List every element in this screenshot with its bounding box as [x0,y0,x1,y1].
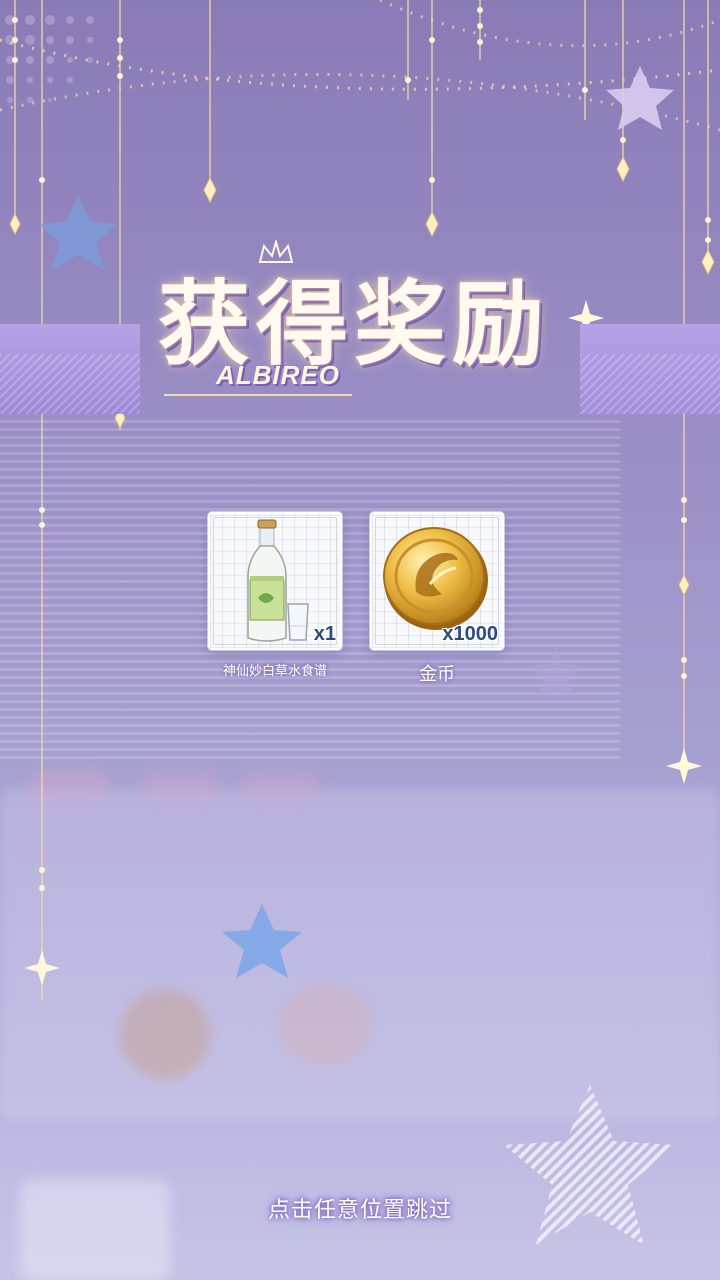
title-subtitle: ALBIREO [216,360,340,390]
hanging-lights [0,0,720,1245]
background-decor [0,0,720,1280]
reward-count: x1000 [442,623,498,645]
star-icon [222,904,302,978]
banner-right [580,324,720,414]
reward-frame[interactable]: x1000 [370,512,504,650]
reward-name: 金币 [419,664,455,685]
star-icon [528,646,584,699]
reward-count: x1 [313,623,336,645]
star-icon [38,196,118,270]
crown-icon [258,240,294,263]
star-icon [606,66,674,130]
reward-name: 神仙妙白草水食谱 [222,664,327,679]
title-underline [164,394,352,396]
reward-item[interactable]: x1000 金币 [370,512,504,686]
reward-item[interactable]: x1 神仙妙白草水食谱 [208,512,342,679]
reward-title: 获得奖励 ALBIREO [148,232,588,412]
reward-frame[interactable]: x1 [208,512,342,650]
banner-left [0,324,140,414]
skip-hint[interactable]: 点击任意位置跳过 [0,1192,720,1224]
